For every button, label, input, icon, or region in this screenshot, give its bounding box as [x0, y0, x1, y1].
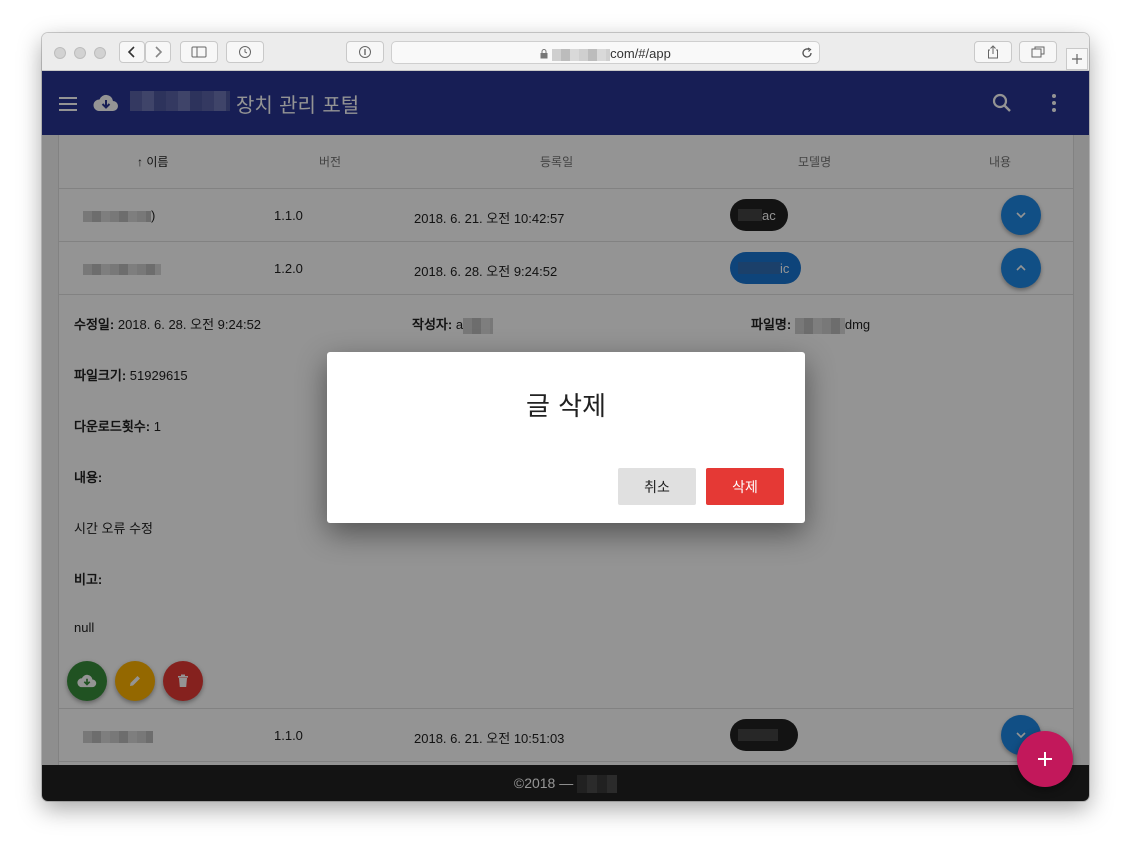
info-icon	[359, 46, 371, 58]
url-text: com/#/app	[392, 46, 819, 61]
plus-icon	[1072, 54, 1082, 64]
cancel-button[interactable]: 취소	[618, 468, 696, 505]
reload-icon[interactable]	[801, 47, 813, 59]
chevron-right-icon	[155, 46, 163, 58]
url-suffix: com/#/app	[610, 46, 671, 61]
password-button[interactable]	[346, 41, 384, 63]
redacted-domain	[552, 48, 611, 61]
browser-toolbar: com/#/app	[42, 33, 1089, 71]
clock-icon	[239, 46, 251, 58]
chevron-left-icon	[127, 46, 135, 58]
tabs-icon	[1031, 46, 1045, 58]
dialog-title: 글 삭제	[525, 392, 607, 422]
sidebar-icon	[191, 46, 207, 58]
add-fab-button[interactable]	[1017, 731, 1073, 787]
plus-icon	[1038, 752, 1052, 766]
forward-button[interactable]	[145, 41, 171, 63]
tabs-button[interactable]	[1019, 41, 1057, 63]
minimize-window-button[interactable]	[74, 47, 86, 59]
sidebar-button[interactable]	[180, 41, 218, 63]
new-tab-button[interactable]	[1066, 48, 1088, 70]
share-button[interactable]	[974, 41, 1012, 63]
lock-icon	[540, 49, 548, 59]
browser-window: com/#/app 장치 관리 포털 ↑ 이름 버전 등록일 모델명 내용) …	[42, 33, 1089, 801]
share-icon	[988, 45, 998, 59]
address-bar[interactable]: com/#/app	[391, 41, 820, 64]
delete-dialog: 글 삭제 취소 삭제	[327, 352, 805, 523]
zoom-window-button[interactable]	[94, 47, 106, 59]
close-window-button[interactable]	[54, 47, 66, 59]
back-button[interactable]	[119, 41, 145, 63]
confirm-delete-button[interactable]: 삭제	[706, 468, 784, 505]
history-button[interactable]	[226, 41, 264, 63]
